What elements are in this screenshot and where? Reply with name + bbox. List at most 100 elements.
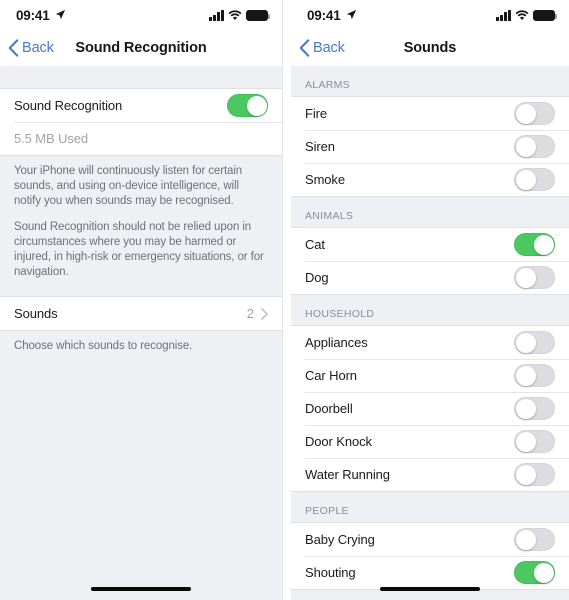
back-button[interactable]: Back <box>291 39 345 57</box>
screen-divider <box>283 0 291 600</box>
location-arrow-icon <box>346 9 356 19</box>
sound-toggle[interactable] <box>514 528 555 551</box>
sound-toggle[interactable] <box>514 233 555 256</box>
sound-toggle[interactable] <box>514 463 555 486</box>
sound-row[interactable]: Baby Crying <box>291 523 569 556</box>
sound-toggle[interactable] <box>514 397 555 420</box>
toggle-knob <box>533 234 554 255</box>
cellular-signal-icon <box>209 9 224 21</box>
sound-recognition-toggle[interactable] <box>227 94 268 117</box>
description-paragraph-2: Sound Recognition should not be relied u… <box>14 221 264 278</box>
sound-toggle[interactable] <box>514 430 555 453</box>
description-paragraph-1: Your iPhone will continuously listen for… <box>14 165 243 207</box>
sound-toggle[interactable] <box>514 331 555 354</box>
home-indicator-right <box>291 586 569 591</box>
sound-label: Fire <box>305 106 327 121</box>
status-bar-right: 09:41 <box>291 0 569 30</box>
home-indicator-left <box>0 586 282 591</box>
sounds-row-accessory: 2 <box>247 306 268 321</box>
cellular-signal-icon <box>496 9 511 21</box>
home-indicator-bar[interactable] <box>380 586 480 591</box>
sound-row[interactable]: Water Running <box>291 458 569 491</box>
sound-recognition-row[interactable]: Sound Recognition <box>0 89 282 122</box>
sound-recognition-description: Your iPhone will continuously listen for… <box>0 156 282 280</box>
usage-label: 5.5 MB Used <box>14 131 89 146</box>
sound-row[interactable]: Dog <box>291 261 569 294</box>
sound-toggle[interactable] <box>514 364 555 387</box>
sound-group: Appliances Car Horn Doorbell Door Knock Wate… <box>291 325 569 492</box>
battery-full-icon <box>533 9 558 21</box>
sound-group: Fire Siren Smoke <box>291 96 569 197</box>
sounds-label: Sounds <box>14 306 58 321</box>
section-header: HOUSEHOLD <box>291 295 569 325</box>
sounds-group: Sounds 2 <box>0 296 282 331</box>
sound-recognition-screen: 09:41 Back Sound Recognition Sound Recog… <box>0 0 283 600</box>
location-arrow-icon <box>55 9 65 19</box>
sound-row[interactable]: Shouting <box>291 556 569 589</box>
toggle-knob <box>515 136 536 157</box>
sound-toggle[interactable] <box>514 135 555 158</box>
sound-label: Cat <box>305 237 325 252</box>
sound-label: Car Horn <box>305 368 357 383</box>
toggle-knob <box>515 169 536 190</box>
sound-label: Shouting <box>305 565 356 580</box>
toggle-knob <box>515 332 536 353</box>
toggle-knob <box>246 95 267 116</box>
sound-row[interactable]: Doorbell <box>291 392 569 425</box>
sound-toggle[interactable] <box>514 266 555 289</box>
sound-recognition-group: Sound Recognition 5.5 MB Used <box>0 88 282 156</box>
sounds-row[interactable]: Sounds 2 <box>0 297 282 330</box>
sounds-description: Choose which sounds to recognise. <box>0 331 282 354</box>
sound-row[interactable]: Fire <box>291 97 569 130</box>
sounds-description-text: Choose which sounds to recognise. <box>14 340 193 352</box>
sound-label: Water Running <box>305 467 390 482</box>
sounds-count: 2 <box>246 306 254 321</box>
sound-group: Baby Crying Shouting <box>291 522 569 590</box>
back-button[interactable]: Back <box>0 39 54 57</box>
sound-row[interactable]: Appliances <box>291 326 569 359</box>
sound-toggle[interactable] <box>514 561 555 584</box>
sound-label: Door Knock <box>305 434 372 449</box>
status-bar-left-group-2: 09:41 <box>307 8 357 23</box>
sound-row[interactable]: Siren <box>291 130 569 163</box>
section-header: PEOPLE <box>291 492 569 522</box>
dual-phone-screenshot: 09:41 Back Sound Recognition Sound Recog… <box>0 0 569 600</box>
sound-label: Appliances <box>305 335 368 350</box>
home-indicator-bar[interactable] <box>91 586 191 591</box>
mid-spacer <box>0 280 282 296</box>
status-time: 09:41 <box>16 7 50 23</box>
sound-toggle[interactable] <box>514 102 555 125</box>
status-time: 09:41 <box>307 7 341 23</box>
chevron-left-icon <box>299 39 310 57</box>
status-bar-left-group: 09:41 <box>16 8 66 23</box>
toggle-knob <box>515 365 536 386</box>
battery-full-icon <box>246 9 271 21</box>
status-bar-right-group <box>209 9 271 21</box>
status-bar-right-group-2 <box>496 9 558 21</box>
chevron-left-icon <box>8 39 19 57</box>
sound-label: Dog <box>305 270 329 285</box>
sound-row[interactable]: Smoke <box>291 163 569 196</box>
sound-row[interactable]: Door Knock <box>291 425 569 458</box>
sound-row[interactable]: Car Horn <box>291 359 569 392</box>
sound-label: Doorbell <box>305 401 353 416</box>
usage-row: 5.5 MB Used <box>0 122 282 155</box>
sounds-list: ALARMS Fire Siren Smoke ANIMALS Cat Dog HOUSEHO… <box>291 66 569 600</box>
toggle-knob <box>515 267 536 288</box>
wifi-icon <box>228 9 242 20</box>
chevron-right-icon <box>261 307 268 320</box>
sound-recognition-label: Sound Recognition <box>14 98 123 113</box>
status-bar-left: 09:41 <box>0 0 282 30</box>
toggle-knob <box>515 431 536 452</box>
settings-list-left: Sound Recognition 5.5 MB Used Your iPhon… <box>0 66 282 600</box>
section-header: ANIMALS <box>291 197 569 227</box>
sounds-screen: 09:41 Back Sounds ALARMS Fire Siren Smok… <box>291 0 569 600</box>
back-button-label: Back <box>22 40 54 56</box>
sound-label: Baby Crying <box>305 532 375 547</box>
nav-bar-right: Back Sounds <box>291 30 569 66</box>
sound-row[interactable]: Cat <box>291 228 569 261</box>
sound-group: Cat Dog <box>291 227 569 295</box>
section-header: ALARMS <box>291 66 569 96</box>
sound-toggle[interactable] <box>514 168 555 191</box>
nav-bar-left: Back Sound Recognition <box>0 30 282 66</box>
